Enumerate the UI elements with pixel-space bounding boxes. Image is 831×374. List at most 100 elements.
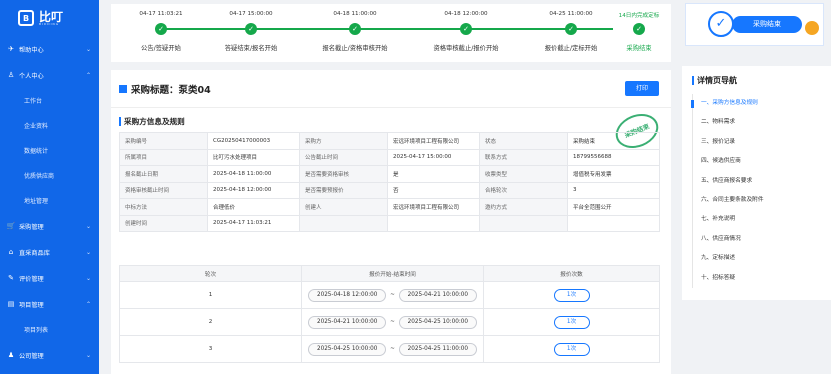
menu-label: 项目管理 xyxy=(19,301,44,309)
step-name: 报名截止/资格审核开始 xyxy=(322,45,388,52)
end-time-field: 2025-04-21 10:00:00 xyxy=(398,288,477,302)
quote-count-button[interactable]: 1次 xyxy=(553,342,590,356)
section-title-text: 采购方信息及规则 xyxy=(124,117,185,126)
info-key xyxy=(299,214,388,232)
brand-logo[interactable]: B 比叮 BIDDING xyxy=(0,0,99,36)
quote-count-button[interactable]: 1次 xyxy=(553,288,590,302)
chevron-down-icon: ⌄ xyxy=(85,351,91,359)
nav-bar xyxy=(692,76,694,85)
title-square-icon xyxy=(119,85,127,93)
info-value: 2025-04-18 12:00:00 xyxy=(207,181,300,199)
nav-item[interactable]: 二、物料需求 xyxy=(693,113,827,132)
step-date: 14日内完成定标 xyxy=(618,13,660,19)
rounds-table: 轮次 报价开始-结束时间 报价次数 1 2025-04-18 12:00:00 ~2… xyxy=(119,265,660,363)
info-value xyxy=(567,214,660,232)
nav-item[interactable]: 六、合同主要条款及附件 xyxy=(693,191,827,210)
info-value xyxy=(387,214,480,232)
round-number: 3 xyxy=(119,335,302,363)
round-row: 2 2025-04-21 10:00:00 ~2025-04-25 10:00:00… xyxy=(119,308,660,336)
nav-item[interactable]: 八、供应商情况 xyxy=(693,230,827,249)
menu-label: 直采商品库 xyxy=(19,249,50,257)
nav-item[interactable]: 七、补充说明 xyxy=(693,210,827,229)
round-row: 3 2025-04-25 10:00:00 ~2025-04-25 11:00:00… xyxy=(119,335,660,363)
menu-company[interactable]: ♟ 公司管理 ⌄ xyxy=(0,342,99,368)
info-row: 报名截止日期 2025-04-18 11:00:00 是否需要资格审核是收票类型 增值… xyxy=(119,165,660,183)
info-value: 是 xyxy=(387,165,480,183)
chevron-down-icon: ⌄ xyxy=(85,222,91,230)
info-key: 采购方 xyxy=(299,132,388,150)
nav-list: 一、采购方信息及规则 二、物料需求 三、报价记录 四、候选供应商 五、供应商报名要求 六、… xyxy=(691,94,827,288)
range-separator: ~ xyxy=(390,319,395,325)
step-name: 资格审核截止/报价开始 xyxy=(433,45,499,52)
round-number: 1 xyxy=(119,281,302,309)
info-row: 采购编号 CG20250417000003 采购方 宏远环境项目工程有限公司 状态 采购结… xyxy=(119,132,660,150)
status-banner: ✓ 采购结束 xyxy=(685,3,824,46)
menu-label: 评价管理 xyxy=(19,275,44,283)
nav-item[interactable]: 十、招标答疑 xyxy=(693,269,827,288)
check-icon: ✓ xyxy=(349,23,361,35)
end-time-field: 2025-04-25 11:00:00 xyxy=(398,342,477,356)
page-title: 采购标题：泵类04 xyxy=(119,82,211,96)
nav-title-text: 详情页导航 xyxy=(697,76,737,85)
info-value: 2025-04-18 11:00:00 xyxy=(207,165,300,183)
menu-review[interactable]: ✎ 评价管理 ⌄ xyxy=(0,265,99,291)
detail-panel: 采购标题：泵类04 打印 采购方信息及规则 采购结束 采购编号 CG2025041… xyxy=(111,70,671,374)
menu-personal[interactable]: ♙ 个人中心 ⌃ xyxy=(0,62,99,88)
step-date: 04-18 11:00:00 xyxy=(333,11,377,17)
info-row: 所属项目 比叮污水处理项目 公告截止时间 2025-04-17 15:00:00 联系方… xyxy=(119,148,660,166)
nav-item[interactable]: 四、候选供应商 xyxy=(693,152,827,171)
menu-help[interactable]: ✈ 帮助中心 ⌄ xyxy=(0,36,99,62)
info-key: 资格审核截止时间 xyxy=(119,181,208,199)
print-button[interactable]: 打印 xyxy=(625,81,659,96)
step-name: 公告/签疑开始 xyxy=(141,45,181,52)
info-key: 报名截止日期 xyxy=(119,165,208,183)
info-value: 宏远环境项目工程有限公司 xyxy=(387,132,480,150)
range-separator: ~ xyxy=(390,346,395,352)
col-time: 报价开始-结束时间 xyxy=(301,265,484,282)
nav-item[interactable]: 九、定标描述 xyxy=(693,249,827,268)
info-row: 创建时间 2025-04-17 11:03:21 xyxy=(119,214,660,232)
step-name: 采购结束 xyxy=(626,45,652,52)
submenu-company-info[interactable]: 企业资料 xyxy=(0,113,99,138)
menu-project[interactable]: ▤ 项目管理 ⌃ xyxy=(0,291,99,317)
end-time-field: 2025-04-25 10:00:00 xyxy=(398,315,477,329)
submenu-address[interactable]: 地址管理 xyxy=(0,188,99,213)
submenu-stats[interactable]: 数据统计 xyxy=(0,138,99,163)
store-icon: ⌂ xyxy=(8,248,14,256)
nav-item[interactable]: 五、供应商报名要求 xyxy=(693,172,827,191)
info-key: 中标方法 xyxy=(119,198,208,216)
menu-label: 公司管理 xyxy=(19,352,44,360)
info-key xyxy=(479,214,568,232)
round-number: 2 xyxy=(119,308,302,336)
nav-item[interactable]: 一、采购方信息及规则 xyxy=(691,94,827,113)
menu-procure[interactable]: 🛒 采购管理 ⌄ xyxy=(0,213,99,239)
status-pill: 采购结束 xyxy=(732,16,802,33)
check-icon: ✓ xyxy=(460,23,472,35)
round-time: 2025-04-21 10:00:00 ~2025-04-25 10:00:00 xyxy=(301,308,484,336)
submenu-workbench[interactable]: 工作台 xyxy=(0,88,99,113)
info-table: 采购编号 CG20250417000003 采购方 宏远环境项目工程有限公司 状态 采购结… xyxy=(119,132,660,232)
round-count: 1次 xyxy=(483,308,660,336)
brand-sub: BIDDING xyxy=(39,21,60,26)
submenu-suppliers[interactable]: 优质供应商 xyxy=(0,163,99,188)
start-time-field: 2025-04-18 12:00:00 xyxy=(308,288,387,302)
user-icon: ♙ xyxy=(7,71,15,79)
round-time: 2025-04-25 10:00:00 ~2025-04-25 11:00:00 xyxy=(301,335,484,363)
info-value: 18799556688 xyxy=(567,148,660,166)
menu-mall[interactable]: ⌂ 直采商品库 ⌄ xyxy=(0,239,99,265)
info-value: 3 xyxy=(567,181,660,199)
check-icon: ✓ xyxy=(155,23,167,35)
nav-item[interactable]: 三、报价记录 xyxy=(693,133,827,152)
check-circle-icon: ✓ xyxy=(708,11,734,37)
check-icon: ✓ xyxy=(633,23,645,35)
brand-name: 比叮 xyxy=(39,9,64,24)
submenu-project-list[interactable]: 项目列表 xyxy=(0,317,99,342)
main-content: 04-17 11:03:21 ✓ 公告/签疑开始 04-17 15:00:00 ✓ 答疑… xyxy=(99,0,831,374)
start-time-field: 2025-04-25 10:00:00 xyxy=(308,342,387,356)
info-value: 合理低价 xyxy=(207,198,300,216)
col-round: 轮次 xyxy=(119,265,302,282)
check-icon: ✓ xyxy=(565,23,577,35)
menu-label: 采购管理 xyxy=(19,223,44,231)
logo-mark: B xyxy=(18,10,34,26)
quote-count-button[interactable]: 1次 xyxy=(553,315,590,329)
